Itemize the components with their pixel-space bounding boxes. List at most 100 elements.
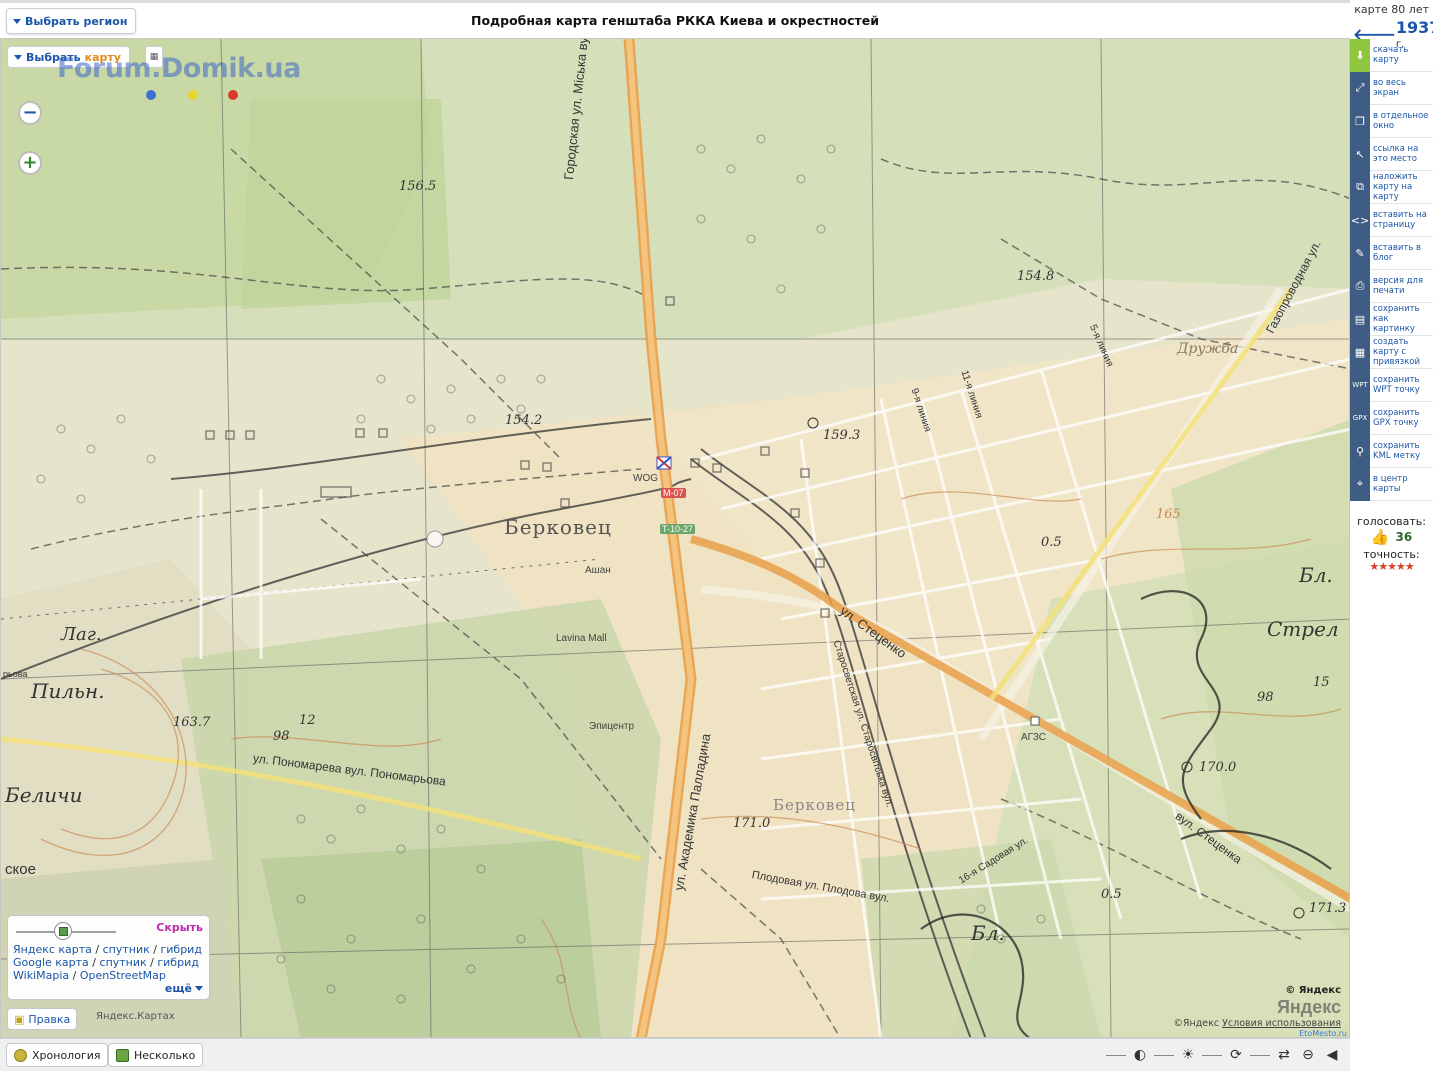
print-icon: ⎙ [1350, 269, 1370, 303]
sidebar-item-blog[interactable]: ✎ вставить в блог [1350, 236, 1433, 270]
layer-yandex-hybrid[interactable]: гибрид [160, 943, 201, 956]
chronology-label: Хронология [32, 1048, 101, 1062]
display-tools: ◐ ☀ ⟳ ⇄ ⊖ ◀ [1106, 1045, 1342, 1065]
sidebar-item-kml[interactable]: ⚲ сохранить KML метку [1350, 434, 1433, 468]
plus-icon: + [22, 152, 38, 173]
slider-knob-icon [58, 926, 68, 936]
right-sidebar: карте 80 лет 🡐 1937 г. 🡒 ⬇ скачать карту… [1350, 0, 1433, 1071]
new-window-icon: ❐ [1350, 104, 1370, 138]
sidebar-item-link[interactable]: ↖ ссылка на это место [1350, 137, 1433, 171]
zoom-in-button[interactable]: + [18, 151, 42, 175]
star-icon[interactable]: ★ [1387, 560, 1397, 573]
several-maps-button[interactable]: Несколько [108, 1043, 204, 1067]
minus-icon: − [22, 102, 38, 123]
tool-separator [1154, 1054, 1174, 1056]
yandex-logo: Яндекс [1276, 997, 1341, 1017]
star-icon[interactable]: ★ [1369, 560, 1379, 573]
grid-icon [116, 1048, 129, 1062]
sidebar-item-embed[interactable]: <> вставить на страницу [1350, 203, 1433, 237]
pin-icon: ⚲ [1350, 434, 1370, 468]
layer-panel: Скрыть Яндекс карта / спутник / гибрид G… [7, 915, 210, 1000]
watermark-dot-yellow [188, 90, 198, 100]
sidebar-item-label: вставить на страницу [1373, 210, 1427, 230]
sidebar-item-label: сохранить KML метку [1373, 441, 1421, 461]
sidebar-item-center[interactable]: ⌖ в центр карты [1350, 467, 1433, 501]
yandex-cart-text: Яндекс.Картах [96, 1011, 175, 1022]
sidebar-item-save-image[interactable]: ▤ сохранить как картинку [1350, 302, 1433, 336]
tool-separator [1106, 1054, 1126, 1056]
year-number: 1937 [1395, 18, 1433, 37]
layer-google-map[interactable]: Google карта [13, 956, 89, 969]
watermark-dot-red [228, 90, 238, 100]
vote-row: 👍 36 [1350, 528, 1433, 546]
sidebar-item-label: версия для печати [1373, 276, 1424, 296]
save-image-icon: ▤ [1350, 302, 1370, 336]
layer-yandex-map[interactable]: Яндекс карта [13, 943, 92, 956]
more-layers-link[interactable]: ещё [165, 982, 203, 995]
tool-separator [1202, 1054, 1222, 1056]
brightness-icon[interactable]: ☀ [1178, 1045, 1198, 1065]
map-age: карте 80 лет [1354, 3, 1429, 16]
terms-line: ©Яндекс Условия использования [1173, 1018, 1341, 1029]
layer-line-yandex: Яндекс карта / спутник / гибрид [13, 943, 202, 956]
star-icon[interactable]: ★ [1378, 560, 1388, 573]
fullscreen-icon: ⤢ [1350, 71, 1370, 105]
sidebar-item-georef[interactable]: ▦ создать карту с привязкой [1350, 335, 1433, 369]
download-icon: ⬇ [1350, 38, 1370, 72]
opacity-slider-knob[interactable] [54, 922, 72, 940]
map-canvas[interactable] [1, 39, 1350, 1038]
center-icon: ⌖ [1350, 467, 1370, 501]
sidebar-item-label: наложить карту на карту [1373, 172, 1418, 202]
hide-panel-link[interactable]: Скрыть [156, 921, 203, 934]
sidebar-item-new-window[interactable]: ❐ в отдельное окно [1350, 104, 1433, 138]
layer-osm[interactable]: OpenStreetMap [80, 969, 166, 982]
sidebar-item-wpt[interactable]: WPT сохранить WPT точку [1350, 368, 1433, 402]
yandex-copyright: © Яндекс [1285, 985, 1341, 996]
layer-yandex-satellite[interactable]: спутник [103, 943, 150, 956]
sidebar-item-print[interactable]: ⎙ версия для печати [1350, 269, 1433, 303]
bottom-bar: Хронология Несколько ◐ ☀ ⟳ ⇄ ⊖ ◀ [0, 1038, 1350, 1071]
sidebar-item-gpx[interactable]: GPX сохранить GPX точку [1350, 401, 1433, 435]
chronology-button[interactable]: Хронология [6, 1043, 109, 1067]
etomesto-credit[interactable]: EtoMesto.ru [1299, 1029, 1347, 1037]
several-maps-label: Несколько [134, 1048, 196, 1062]
sidebar-item-label: сохранить GPX точку [1373, 408, 1420, 428]
watermark-dot-blue [146, 90, 156, 100]
sidebar-item-label: сохранить WPT точку [1373, 375, 1420, 395]
map-viewport[interactable]: Берковец Берковец Дружба Ашан Lavina Mal… [0, 38, 1350, 1038]
grid-icon: ▦ [1350, 335, 1370, 369]
location-marker[interactable] [656, 456, 672, 470]
rotate-icon[interactable]: ⟳ [1226, 1045, 1246, 1065]
zoom-out-button[interactable]: − [18, 101, 42, 125]
edit-label: Правка [28, 1012, 71, 1026]
chevron-down-icon [195, 986, 203, 991]
chevron-down-icon [14, 54, 22, 60]
clock-icon [14, 1048, 27, 1062]
sidebar-item-label: скачать карту [1373, 45, 1409, 65]
sidebar-item-download[interactable]: ⬇ скачать карту [1350, 38, 1433, 72]
pencil-icon: ✎ [1350, 236, 1370, 270]
layer-links: Яндекс карта / спутник / гибрид Google к… [13, 943, 202, 982]
swap-icon[interactable]: ⇄ [1274, 1045, 1294, 1065]
sidebar-item-label: создать карту с привязкой [1373, 337, 1420, 367]
sidebar-item-fullscreen[interactable]: ⤢ во весь экран [1350, 71, 1433, 105]
back-arrow-icon[interactable]: ◀ [1322, 1045, 1342, 1065]
edit-button[interactable]: ▣ Правка [7, 1008, 78, 1030]
contrast-icon[interactable]: ◐ [1130, 1045, 1150, 1065]
sidebar-item-overlay[interactable]: ⧉ наложить карту на карту [1350, 170, 1433, 204]
layer-wikimapia[interactable]: WikiMapia [13, 969, 69, 982]
star-icon[interactable]: ★ [1396, 560, 1406, 573]
vote-count: 36 [1395, 530, 1413, 544]
layer-line-google: Google карта / спутник / гибрид [13, 956, 199, 969]
sidebar-item-label: вставить в блог [1373, 243, 1422, 263]
page-title: Подробная карта генштаба РККА Киева и ок… [470, 13, 880, 28]
layer-line-other: WikiMapia / OpenStreetMap [13, 969, 166, 982]
minus-circle-icon[interactable]: ⊖ [1298, 1045, 1318, 1065]
code-icon: <> [1350, 203, 1370, 237]
layer-google-hybrid[interactable]: гибрид [157, 956, 198, 969]
layer-google-satellite[interactable]: спутник [100, 956, 147, 969]
thumbs-up-icon[interactable]: 👍 [1371, 528, 1390, 546]
terms-link[interactable]: Условия использования [1222, 1018, 1341, 1029]
star-icon[interactable]: ★ [1405, 560, 1415, 573]
forum-watermark: Forum.Domik.ua [57, 53, 301, 84]
